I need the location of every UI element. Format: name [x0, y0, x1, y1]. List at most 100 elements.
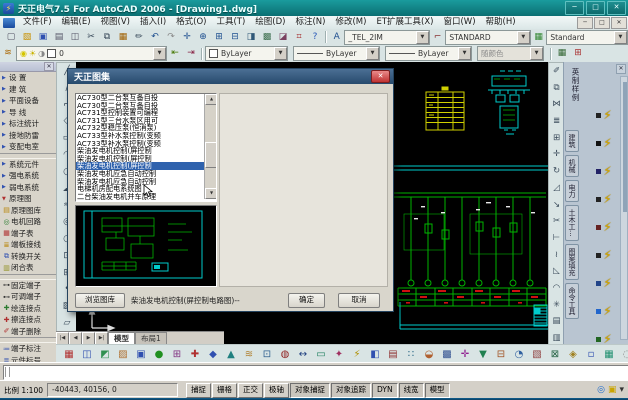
menu-item[interactable]: 绘图(D) [250, 16, 290, 29]
palette-item[interactable]: ▶ 接地防雷 [0, 130, 56, 142]
text-style-combo[interactable]: _TEL_2IM▼ [344, 30, 430, 45]
copy-icon[interactable]: ⧉ [549, 80, 564, 97]
redo-icon[interactable]: ↷ [164, 30, 179, 45]
toolbar-lock-icon[interactable]: ▣ [608, 385, 617, 395]
help-icon[interactable]: ? [308, 30, 323, 45]
menu-item[interactable]: 文件(F) [18, 16, 57, 29]
palette-item[interactable]: ▶ 强电系统 [0, 170, 56, 182]
telec-tool-icon[interactable]: ▧ [529, 346, 546, 363]
palette-tool-icon[interactable]: ⚡ [596, 164, 611, 178]
dialog-title-bar[interactable]: 天正图集 ✕ [68, 69, 393, 84]
status-toggle-button[interactable]: DYN [372, 383, 398, 398]
palette-tab[interactable]: 电力 [565, 180, 579, 202]
calculator-icon[interactable]: ⌗ [292, 30, 307, 45]
open-icon[interactable]: ▧ [20, 30, 35, 45]
explode-icon[interactable]: ✳ [549, 297, 564, 314]
save-icon[interactable]: ▣ [36, 30, 51, 45]
palette-item[interactable]: ≔ 端子标注 [0, 343, 56, 355]
lineweight-combo[interactable]: ByLayer▼ [385, 46, 472, 61]
zoom-window-icon[interactable]: ⊞ [212, 30, 227, 45]
telec-tool-icon[interactable]: ✚ [187, 346, 204, 363]
telec-tool-icon[interactable]: ◌ [619, 346, 628, 363]
palette-tab[interactable]: 命令工具 [565, 283, 579, 319]
palette-tool-icon[interactable]: ⚡ [596, 248, 611, 262]
command-line-grip-icon[interactable] [5, 367, 10, 377]
table-style-combo[interactable]: Standard▼ [546, 30, 628, 45]
palette-item[interactable]: ▶ 变配电室 [0, 141, 56, 153]
coordinates-readout[interactable]: -40443, 40156, 0 [47, 383, 178, 397]
fillet-icon[interactable]: ◠ [549, 280, 564, 297]
palette-close-icon[interactable]: ✕ [616, 64, 626, 74]
mirror-icon[interactable]: ⋈ [549, 96, 564, 113]
telec-tool-icon[interactable]: ◍ [277, 346, 294, 363]
palette-scrollbar-thumb[interactable] [623, 82, 627, 212]
mdi-minimize-button[interactable]: ─ [577, 17, 593, 29]
browse-library-button[interactable]: 浏览图库 [75, 293, 125, 308]
telec-tool-icon[interactable]: ▼ [475, 346, 492, 363]
plot-icon[interactable]: ▤ [52, 30, 67, 45]
layer-previous-icon[interactable]: ⇤ [168, 46, 183, 61]
menu-item[interactable]: 视图(V) [96, 16, 135, 29]
atlas-list-item[interactable]: AC730型二台泵互备自投 [76, 94, 204, 102]
designcenter-icon[interactable]: ▩ [260, 30, 275, 45]
chamfer-icon[interactable]: ◺ [549, 263, 564, 280]
palette-item[interactable]: ✐ 端子删除 [0, 326, 56, 338]
telec-tool-icon[interactable]: ▤ [385, 346, 402, 363]
region-icon[interactable]: ▱ [59, 315, 76, 332]
palette-item[interactable]: ✚ 擦连接点 [0, 314, 56, 326]
move-icon[interactable]: ✛ [549, 146, 564, 163]
telec-tool-icon[interactable]: ✛ [457, 346, 474, 363]
maximize-button[interactable]: □ [586, 1, 605, 15]
array-icon[interactable]: ⊞ [549, 130, 564, 147]
atlas-list-item[interactable]: 二台柴油发电机并车原理 [76, 193, 204, 201]
break-icon[interactable]: ≀ [549, 247, 564, 264]
atlas-list-item[interactable]: AC733型补水泵控制(变频 [76, 132, 204, 140]
telec-tool-icon[interactable]: ▣ [133, 346, 150, 363]
symbol-table-icon[interactable]: ⊞ [571, 46, 586, 61]
cancel-button[interactable]: 取消 [338, 293, 380, 308]
status-menu-arrow-icon[interactable]: ▾ [619, 385, 624, 395]
make-current-layer-icon[interactable]: ⇥ [184, 46, 199, 61]
mdi-close-button[interactable]: ✕ [611, 17, 627, 29]
new-icon[interactable]: ▢ [4, 30, 19, 45]
atlas-list-item[interactable]: AC731型控制装置可编程 [76, 109, 204, 117]
undo-icon[interactable]: ↶ [148, 30, 163, 45]
zoom-previous-icon[interactable]: ⊟ [228, 30, 243, 45]
palette-item[interactable]: ▶ 导 线 [0, 107, 56, 119]
layer-manager-icon[interactable]: ≋ [1, 46, 16, 61]
palette-tool-icon[interactable]: ⚡ [596, 108, 611, 122]
telec-tool-icon[interactable]: ◩ [97, 346, 114, 363]
atlas-list-item[interactable]: AC730型二台泵互备自投 [76, 102, 204, 110]
telec-tool-icon[interactable]: ⊞ [169, 346, 186, 363]
telec-tool-icon[interactable]: ◧ [367, 346, 384, 363]
status-toggle-button[interactable]: 捕捉 [186, 383, 211, 398]
status-toggle-button[interactable]: 正交 [238, 383, 263, 398]
communication-center-icon[interactable]: ◎ [597, 385, 605, 395]
scrollbar-thumb[interactable] [205, 142, 217, 168]
scale-icon[interactable]: ◿ [549, 180, 564, 197]
text-style-icon[interactable]: A [329, 30, 343, 45]
menu-item[interactable]: 帮助(H) [481, 16, 521, 29]
palette-tool-icon[interactable]: ⚡ [596, 192, 611, 206]
palette-item[interactable]: ▥ 闭合表 [0, 262, 56, 274]
scroll-up-icon[interactable]: ▲ [205, 94, 217, 105]
palette-tab[interactable]: 图案填充 [565, 244, 579, 280]
atlas-list-item[interactable]: 柴油发电机控制(屏控制 [76, 162, 204, 170]
telec-tool-icon[interactable]: ▦ [61, 346, 78, 363]
rotate-icon[interactable]: ↻ [549, 163, 564, 180]
dim-style-icon[interactable]: ⌐ [430, 30, 444, 45]
telec-tool-icon[interactable]: ✦ [331, 346, 348, 363]
palette-item[interactable]: ≡ 元件标号 [0, 355, 56, 363]
menu-item[interactable]: 插入(I) [135, 16, 171, 29]
tool-palettes-icon[interactable]: ◪ [276, 30, 291, 45]
palette-item[interactable]: ▶ 建 筑 [0, 84, 56, 96]
palette-item[interactable]: ▤ 原理图库 [0, 205, 56, 217]
cut-icon[interactable]: ✂ [84, 30, 99, 45]
telec-tool-icon[interactable]: ▨ [115, 346, 132, 363]
stretch-icon[interactable]: ↘ [549, 197, 564, 214]
telec-tool-icon[interactable]: ▲ [223, 346, 240, 363]
paste-block-icon[interactable]: ▤ [549, 313, 564, 330]
atlas-list-item[interactable]: AC731型三台水泵区用可 [76, 117, 204, 125]
atlas-list-item[interactable]: 柴油发电机应急自动控制 [76, 170, 204, 178]
minimize-button[interactable]: ─ [565, 1, 584, 15]
